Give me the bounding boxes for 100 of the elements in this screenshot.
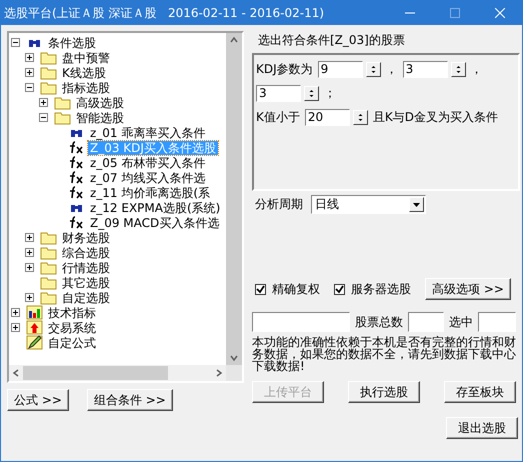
tree-item[interactable]: z_11 均价乖离选股(系 bbox=[88, 186, 212, 200]
expand-button[interactable]: 公式 >> bbox=[7, 389, 69, 411]
plus-icon bbox=[26, 294, 33, 301]
minus-icon bbox=[40, 114, 47, 121]
minus-icon bbox=[26, 84, 33, 91]
plus-icon bbox=[40, 99, 47, 106]
selected-field bbox=[478, 312, 516, 332]
expand-toggle[interactable] bbox=[39, 98, 48, 107]
expand-toggle[interactable] bbox=[25, 263, 34, 272]
tree-item[interactable]: 自定公式 bbox=[46, 336, 98, 350]
total-label: 股票总数 bbox=[355, 314, 403, 330]
folder-icon bbox=[40, 275, 57, 290]
spin-button[interactable] bbox=[304, 86, 319, 100]
action-button[interactable]: 存至板块 bbox=[444, 381, 516, 403]
up-down-arrows-icon bbox=[356, 112, 364, 122]
horizontal-scrollbar[interactable] bbox=[9, 365, 226, 381]
selected-label: 选中 bbox=[449, 314, 473, 330]
checkbox[interactable] bbox=[255, 284, 266, 294]
separator: ， bbox=[470, 60, 483, 78]
formula-icon bbox=[68, 170, 85, 185]
tree-item[interactable]: K线选股 bbox=[60, 66, 108, 80]
tree-item[interactable]: Z_09 MACD买入条件选 bbox=[88, 216, 222, 230]
tree-item[interactable]: z_01 乖离率买入条件 bbox=[88, 126, 208, 140]
condition-text: 且K与D金叉为买入条件 bbox=[372, 108, 498, 126]
number-field[interactable]: 3 bbox=[402, 60, 448, 78]
up-down-arrows-icon bbox=[308, 88, 315, 98]
folder-icon bbox=[54, 110, 71, 125]
separator: ， bbox=[386, 60, 398, 78]
expand-button[interactable]: 组合条件 >> bbox=[86, 389, 173, 411]
tree-item[interactable]: z_05 布林带买入条件 bbox=[88, 156, 208, 170]
tree-item[interactable]: 智能选股 bbox=[74, 110, 126, 124]
checkbox-label: 精确复权 bbox=[272, 280, 320, 298]
tree-item[interactable]: 指标选股 bbox=[60, 80, 112, 94]
formula-icon bbox=[68, 215, 85, 230]
expand-toggle[interactable] bbox=[25, 68, 34, 77]
folder-icon bbox=[40, 290, 57, 305]
folder-icon bbox=[40, 260, 57, 275]
tree-item[interactable]: 自定选股 bbox=[60, 290, 112, 304]
formula-icon bbox=[68, 140, 85, 155]
notice-text: 本功能的准确性依赖于本机是否有完整的行情和财务数据，如果您的数据不全，请先到数据下载中心下载数据! bbox=[252, 336, 517, 372]
tree-item[interactable]: 交易系统 bbox=[46, 320, 98, 334]
period-label: 分析周期 bbox=[255, 196, 303, 213]
up-down-arrows-icon bbox=[370, 64, 377, 74]
dropdown-arrow-icon[interactable] bbox=[413, 202, 420, 206]
advanced-options-button[interactable]: 高级选项 >> bbox=[425, 278, 511, 300]
number-field[interactable]: 3 bbox=[256, 84, 301, 102]
expand-toggle[interactable] bbox=[25, 248, 34, 257]
tree-item[interactable]: 财务选股 bbox=[60, 230, 112, 244]
tree-item[interactable]: 综合选股 bbox=[60, 246, 112, 260]
expand-toggle[interactable] bbox=[11, 308, 20, 317]
minimize-icon[interactable] bbox=[404, 12, 414, 14]
folder-icon bbox=[54, 95, 71, 110]
formula-icon bbox=[68, 185, 85, 200]
condition-title: 选出符合条件[Z_03]的股票 bbox=[257, 32, 406, 49]
plus-icon bbox=[26, 234, 33, 241]
check-icon bbox=[256, 284, 265, 294]
scrollbar-corner bbox=[226, 365, 242, 381]
bar-chart-icon bbox=[26, 305, 43, 320]
collapse-toggle[interactable] bbox=[25, 83, 34, 92]
formula-icon bbox=[68, 155, 85, 170]
spin-button[interactable] bbox=[352, 110, 368, 124]
expand-toggle[interactable] bbox=[25, 233, 34, 242]
expand-toggle[interactable] bbox=[25, 53, 34, 62]
tree-item[interactable]: 行情选股 bbox=[60, 260, 112, 274]
folder-icon bbox=[40, 245, 57, 260]
number-field[interactable]: 9 bbox=[318, 60, 363, 78]
plus-icon bbox=[12, 324, 19, 331]
parameter-label: K值小于 bbox=[256, 108, 300, 126]
vertical-scrollbar[interactable] bbox=[226, 33, 242, 365]
collapse-toggle[interactable] bbox=[39, 113, 48, 122]
check-icon bbox=[335, 284, 344, 294]
up-down-arrows-icon bbox=[454, 64, 462, 74]
expand-toggle[interactable] bbox=[25, 293, 34, 302]
plus-icon bbox=[26, 54, 33, 61]
spin-button[interactable] bbox=[450, 62, 466, 76]
checkbox[interactable] bbox=[334, 284, 345, 294]
plus-icon bbox=[26, 69, 33, 76]
tree-item[interactable]: 技术指标 bbox=[46, 306, 98, 320]
tree-item[interactable]: 盘中预警 bbox=[60, 50, 112, 64]
checkbox-label: 服务器选股 bbox=[351, 280, 411, 298]
separator: ； bbox=[324, 84, 336, 102]
collapse-toggle[interactable] bbox=[11, 38, 20, 47]
exit-button[interactable]: 退出选股 bbox=[446, 417, 518, 439]
tree-item[interactable]: z_12 EXPMA选股(系统) bbox=[88, 200, 222, 214]
expand-toggle[interactable] bbox=[11, 323, 20, 332]
period-dropdown[interactable]: 日线 bbox=[311, 195, 426, 214]
tree-item[interactable]: 其它选股 bbox=[60, 276, 112, 290]
action-button[interactable]: 执行选股 bbox=[348, 381, 420, 403]
tree-item[interactable]: z_07 均线买入条件选 bbox=[88, 170, 208, 184]
tree-item[interactable]: 高级选股 bbox=[74, 96, 126, 110]
folder-icon bbox=[40, 50, 57, 65]
total-field bbox=[408, 312, 444, 332]
plus-icon bbox=[26, 249, 33, 256]
spin-button[interactable] bbox=[366, 62, 381, 76]
folder-icon bbox=[40, 230, 57, 245]
folder-icon bbox=[40, 65, 57, 80]
tree-item[interactable]: 条件选股 bbox=[46, 36, 98, 50]
number-field[interactable]: 20 bbox=[304, 108, 350, 126]
plus-icon bbox=[26, 264, 33, 271]
close-icon[interactable] bbox=[494, 8, 504, 18]
